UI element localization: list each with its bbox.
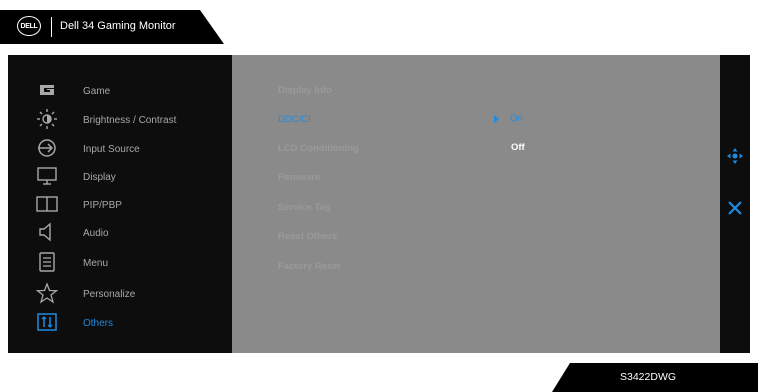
dell-logo: DELL — [17, 16, 41, 36]
option-off[interactable]: Off — [511, 142, 525, 153]
osd-panel: Game Brightness / Contrast Input Source … — [8, 55, 750, 353]
menu-item-label: Personalize — [83, 288, 136, 300]
header-separator — [51, 17, 52, 37]
menu-item-label: Display — [83, 171, 116, 183]
game-icon — [40, 85, 54, 95]
monitor-title: Dell 34 Gaming Monitor — [60, 20, 176, 32]
submenu-item-ddc-ci[interactable]: DDC/CI — [278, 114, 311, 125]
brightness-icon — [37, 109, 57, 129]
menu-item-brightness-contrast[interactable]: Brightness / Contrast — [8, 106, 232, 134]
option-on[interactable]: On — [510, 113, 523, 124]
selection-arrow-icon — [494, 115, 499, 123]
menu-item-label: Others — [83, 317, 114, 329]
model-number: S3422DWG — [620, 371, 677, 383]
menu-item-label: PIP/PBP — [83, 199, 122, 211]
close-icon[interactable] — [727, 200, 743, 216]
menu-item-input-source[interactable]: Input Source — [8, 135, 232, 163]
menu-item-others[interactable]: Others — [8, 309, 232, 337]
others-icon — [37, 313, 57, 331]
menu-item-label: Menu — [83, 257, 109, 269]
menu-item-label: Brightness / Contrast — [83, 114, 177, 126]
joystick-guide-bar — [720, 55, 750, 353]
submenu-item-lcd-conditioning[interactable]: LCD Conditioning — [278, 143, 359, 154]
model-tab: S3422DWG — [552, 363, 758, 392]
submenu-item-firmware[interactable]: Firmware — [278, 172, 320, 183]
submenu-panel: Display Info DDC/CI LCD Conditioning Fir… — [232, 55, 720, 353]
menu-item-personalize[interactable]: Personalize — [8, 280, 232, 308]
menu-item-game[interactable]: Game — [8, 77, 232, 105]
menu-icon — [39, 252, 55, 272]
star-icon — [36, 282, 58, 304]
pip-pbp-icon — [36, 196, 58, 212]
menu-item-label: Game — [83, 85, 111, 97]
menu-item-display[interactable]: Display — [8, 163, 232, 191]
menu-item-label: Audio — [83, 227, 109, 239]
header-tab: DELL Dell 34 Gaming Monitor — [0, 10, 224, 44]
submenu-item-reset-others[interactable]: Reset Others — [278, 231, 337, 242]
joystick-icon[interactable] — [727, 148, 743, 164]
menu-item-label: Input Source — [83, 143, 140, 155]
submenu-item-display-info[interactable]: Display Info — [278, 85, 332, 96]
audio-icon — [39, 222, 51, 242]
menu-item-audio[interactable]: Audio — [8, 219, 232, 247]
main-menu: Game Brightness / Contrast Input Source … — [8, 55, 232, 353]
menu-item-menu[interactable]: Menu — [8, 249, 232, 277]
menu-item-pip-pbp[interactable]: PIP/PBP — [8, 191, 232, 219]
input-source-icon — [38, 139, 56, 157]
submenu-item-factory-reset[interactable]: Factory Reset — [278, 261, 341, 272]
submenu-item-service-tag[interactable]: Service Tag — [278, 202, 331, 213]
display-icon — [37, 167, 57, 185]
